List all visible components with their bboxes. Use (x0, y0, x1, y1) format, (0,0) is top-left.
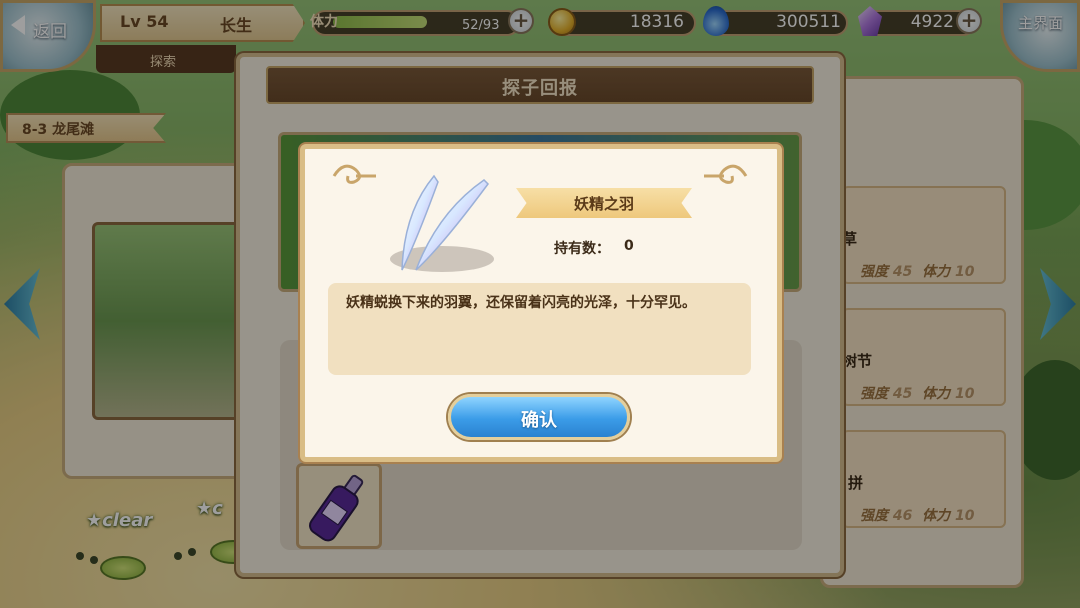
item-description: 妖精蜕换下来的羽翼，还保留着闪亮的光泽，十分罕见。 (346, 295, 696, 311)
owned-count-value: 0 (624, 238, 634, 254)
fairy-wing-icon (401, 174, 489, 271)
confirm-button-label: 确认 (521, 410, 557, 431)
owned-count-label: 持有数： (554, 241, 610, 257)
ornament-swirl-icon (704, 164, 748, 184)
item-name: 妖精之羽 (573, 195, 634, 213)
ornament-swirl-icon (332, 164, 376, 184)
